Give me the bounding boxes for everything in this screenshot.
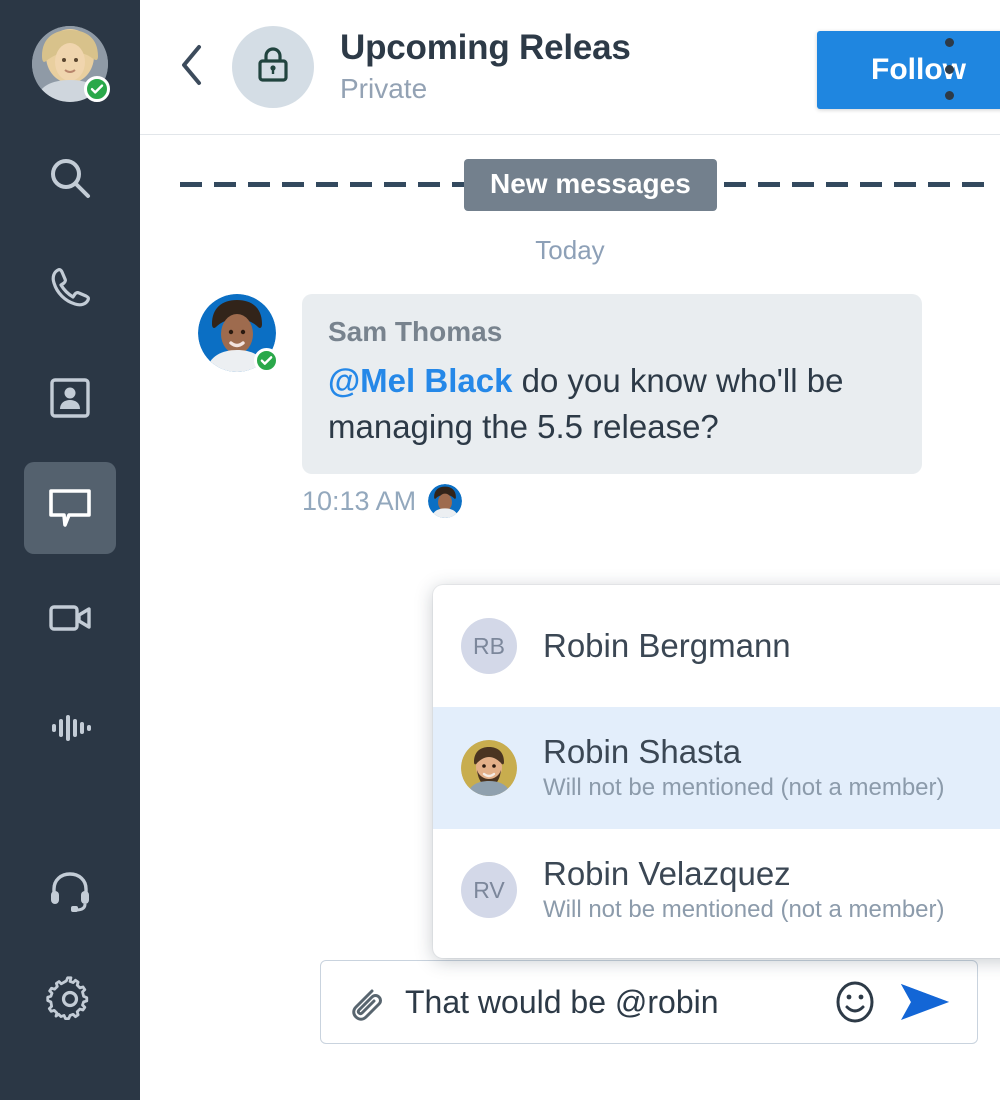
mention-option-name: Robin Velazquez <box>543 855 791 892</box>
kebab-menu-icon[interactable] <box>926 38 972 100</box>
chat-header: Upcoming Releas Private Follow <box>140 0 1000 135</box>
chat-application: Upcoming Releas Private Follow New messa… <box>0 0 1000 1100</box>
follow-button[interactable]: Follow <box>817 31 1000 109</box>
message-meta: 10:13 AM <box>302 484 922 518</box>
sidebar-item-settings[interactable] <box>24 954 116 1046</box>
message-sender-avatar[interactable] <box>198 294 279 373</box>
mention-option-note: Will not be mentioned (not a member) <box>543 774 945 801</box>
presence-online-badge <box>254 348 279 373</box>
contacts-icon <box>44 372 96 424</box>
composer-area <box>140 955 1000 1100</box>
emoji-smiley-icon[interactable] <box>829 976 881 1028</box>
paperclip-icon[interactable] <box>339 978 387 1026</box>
back-button[interactable] <box>164 39 220 95</box>
message-composer[interactable] <box>320 960 978 1044</box>
private-channel-badge <box>232 26 314 108</box>
video-camera-icon <box>44 592 96 644</box>
search-icon <box>44 152 96 204</box>
chevron-left-icon <box>172 39 212 96</box>
day-separator-label: Today <box>535 235 605 265</box>
sidebar-item-voicemail[interactable] <box>24 682 116 774</box>
mention-option-text: Robin Velazquez Will not be mentioned (n… <box>543 854 1000 926</box>
mention-option-robin-shasta[interactable]: Robin Shasta Will not be mentioned (not … <box>433 707 1000 829</box>
message-item: Sam Thomas @Mel Black do you know who'll… <box>164 294 976 518</box>
kebab-dot <box>944 64 954 74</box>
sidebar-item-search[interactable] <box>24 132 116 224</box>
left-nav-rail <box>0 0 140 1100</box>
kebab-dot <box>944 91 954 100</box>
kebab-dot <box>944 38 954 47</box>
mention-option-name: Robin Bergmann <box>543 627 791 664</box>
mention-option-text: Robin Shasta Will not be mentioned (not … <box>543 732 1000 804</box>
new-messages-divider: New messages <box>164 135 988 219</box>
message-timestamp: 10:13 AM <box>302 485 417 516</box>
user-avatar[interactable] <box>32 26 110 102</box>
mention-option-name: Robin Shasta <box>543 733 742 770</box>
sidebar-item-meetings[interactable] <box>24 572 116 664</box>
send-arrow-icon[interactable] <box>895 976 957 1028</box>
sidebar-item-chat[interactable] <box>24 462 116 554</box>
mention-option-robin-bergmann[interactable]: RB Robin Bergmann <box>433 585 1000 707</box>
presence-online-badge <box>84 76 110 102</box>
gear-icon <box>44 974 96 1026</box>
sidebar-item-phone[interactable] <box>24 242 116 334</box>
avatar-initials: RV <box>461 862 517 918</box>
chat-icon <box>44 482 96 534</box>
rail-icon-list <box>0 132 140 1064</box>
avatar-initials: RB <box>461 618 517 674</box>
sidebar-item-contacts[interactable] <box>24 352 116 444</box>
new-messages-badge: New messages <box>464 159 717 211</box>
message-bubble: Sam Thomas @Mel Black do you know who'll… <box>302 294 922 474</box>
audio-waveform-icon <box>44 702 96 754</box>
headset-icon <box>44 864 96 916</box>
sidebar-item-contact-center[interactable] <box>24 844 116 936</box>
mention-link[interactable]: @Mel Black <box>328 362 512 399</box>
message-content: Sam Thomas @Mel Black do you know who'll… <box>302 294 922 518</box>
message-sender-name: Sam Thomas <box>328 316 503 347</box>
message-input[interactable] <box>405 983 829 1021</box>
message-text: @Mel Black do you know who'll be managin… <box>328 358 896 450</box>
mention-option-note: Will not be mentioned (not a member) <box>543 896 945 923</box>
mention-suggestions-dropdown: RB Robin Bergmann Robin Shasta Will not … <box>433 585 1000 958</box>
read-receipt-avatar <box>428 484 463 518</box>
mention-option-robin-velazquez[interactable]: RV Robin Velazquez Will not be mentioned… <box>433 829 1000 951</box>
avatar-photo <box>461 740 517 796</box>
mention-option-text: Robin Bergmann <box>543 626 791 666</box>
phone-icon <box>44 262 96 314</box>
lock-icon <box>253 43 293 92</box>
chat-main-panel: Upcoming Releas Private Follow New messa… <box>140 0 1000 1100</box>
